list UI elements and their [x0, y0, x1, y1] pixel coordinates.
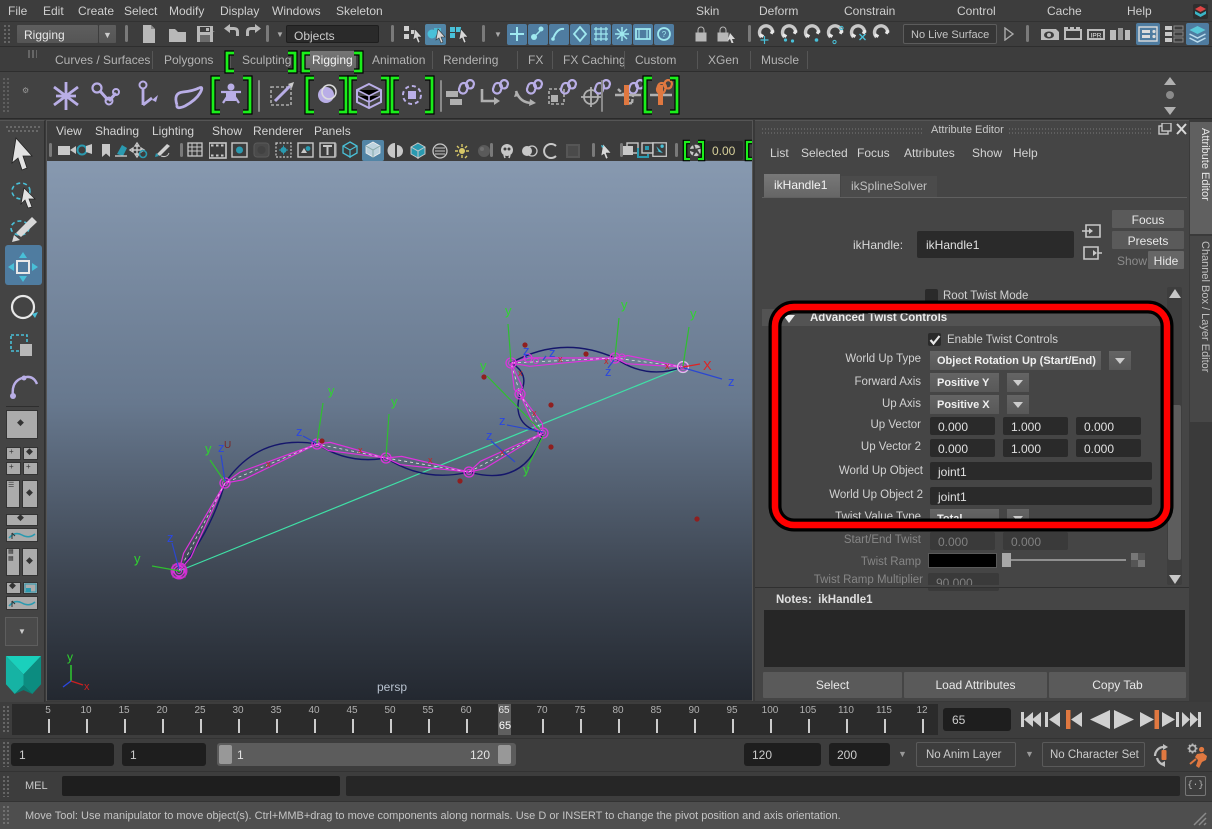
- svg-text:y: y: [480, 358, 487, 373]
- svg-text:U: U: [224, 440, 231, 451]
- svg-text:x: x: [358, 445, 363, 455]
- svg-text:x: x: [604, 356, 609, 366]
- svg-text:z: z: [486, 428, 493, 443]
- svg-text:y: y: [690, 306, 697, 321]
- svg-text:z: z: [167, 530, 174, 545]
- svg-text:x: x: [532, 408, 537, 418]
- svg-text:x: x: [665, 361, 670, 371]
- svg-text:z: z: [549, 345, 556, 360]
- svg-text:?: ?: [662, 30, 667, 39]
- svg-text:y: y: [621, 297, 628, 312]
- svg-text:x: x: [266, 459, 271, 469]
- svg-text:y: y: [328, 383, 335, 398]
- svg-text:x: x: [428, 455, 433, 465]
- svg-text:y: y: [67, 650, 73, 664]
- svg-text:z: z: [728, 374, 735, 389]
- svg-text:z: z: [605, 364, 612, 379]
- svg-text:x: x: [84, 681, 90, 693]
- svg-text:z: z: [499, 413, 506, 428]
- svg-text:y: y: [205, 441, 212, 456]
- svg-text:x: x: [558, 354, 563, 364]
- svg-text:y: y: [505, 303, 512, 318]
- svg-text:X: X: [703, 358, 712, 373]
- svg-text:z: z: [296, 424, 303, 439]
- svg-text:IPR: IPR: [1091, 33, 1102, 40]
- svg-text:y: y: [134, 551, 141, 566]
- svg-text:x: x: [500, 447, 505, 457]
- svg-text:persp: persp: [377, 680, 407, 694]
- svg-text:y: y: [523, 462, 530, 477]
- svg-text:y: y: [391, 394, 398, 409]
- svg-text:x: x: [518, 368, 523, 378]
